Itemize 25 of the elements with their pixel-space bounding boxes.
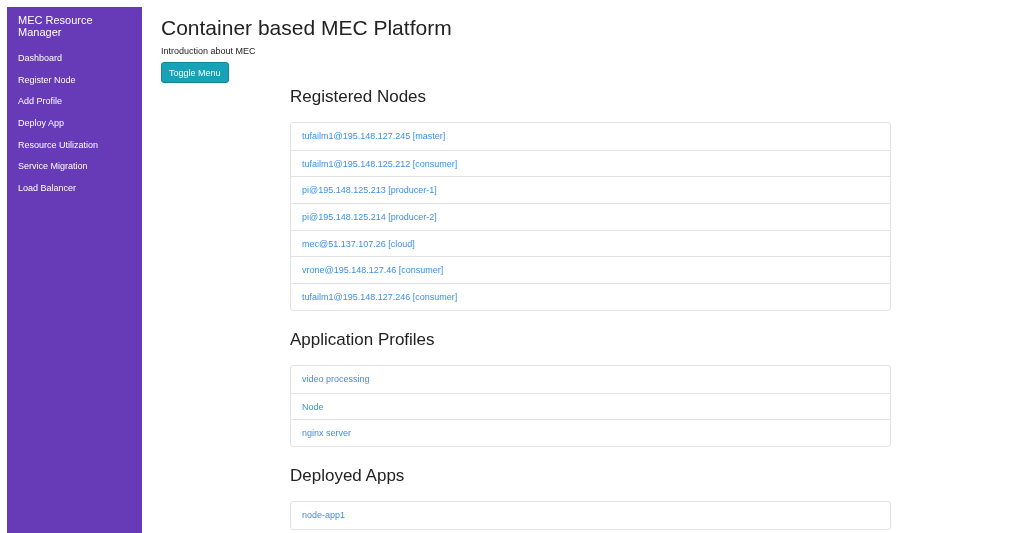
- list-item-link[interactable]: pi@195.148.125.213 [producer-1]: [291, 176, 890, 204]
- list-item-link[interactable]: tufailm1@195.148.127.245 [master]: [291, 123, 890, 150]
- sidebar-item[interactable]: Resource Utilization: [7, 137, 142, 160]
- section-heading: Application Profiles: [290, 328, 436, 351]
- sidebar-item[interactable]: Service Migration: [7, 159, 142, 182]
- list-item-link[interactable]: mec@51.137.107.26 [cloud]: [291, 229, 890, 257]
- list-item-link[interactable]: tufailm1@195.148.127.246 [consumer]: [291, 283, 890, 310]
- sidebar-item[interactable]: Load Balancer: [7, 181, 142, 203]
- sidebar-item[interactable]: Deploy App: [7, 116, 142, 138]
- list-item-link[interactable]: pi@195.148.125.214 [producer-2]: [291, 203, 890, 230]
- sidebar-brand: MEC Resource Manager: [17, 14, 94, 40]
- sidebar-item[interactable]: Add Profile: [7, 94, 142, 117]
- list-item-link[interactable]: nginx server: [291, 419, 890, 446]
- sidebar-item[interactable]: Dashboard: [7, 51, 142, 73]
- list-item-link[interactable]: node-app1: [291, 501, 890, 529]
- list-item-link[interactable]: tufailm1@195.148.125.212 [consumer]: [291, 149, 890, 177]
- page-title: Container based MEC Platform: [161, 15, 453, 41]
- list-item-link[interactable]: vrone@195.148.127.46 [consumer]: [291, 256, 890, 284]
- section-heading: Deployed Apps: [290, 464, 406, 487]
- section-heading: Registered Nodes: [290, 86, 428, 108]
- list-item-link[interactable]: Node: [291, 392, 890, 420]
- sidebar-item[interactable]: Register Node: [7, 72, 142, 95]
- page-subtitle: Introduction about MEC: [161, 46, 257, 56]
- list-item-link[interactable]: video processing: [291, 365, 890, 393]
- toggle-menu-button[interactable]: Toggle Menu: [161, 62, 229, 83]
